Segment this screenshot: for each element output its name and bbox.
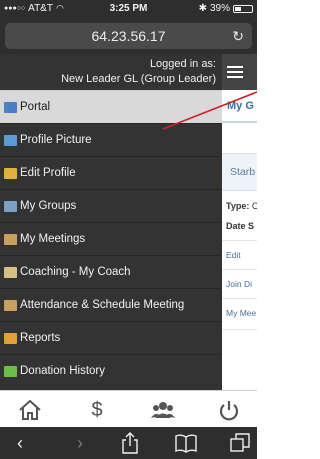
menu-item-my-groups[interactable]: My Groups [0,189,222,222]
meetings-icon [4,233,17,245]
hamburger-icon[interactable] [227,66,243,81]
donation-icon [4,365,17,377]
reports-icon [4,332,17,344]
menu-item-label: Donation History [20,365,106,377]
menu-item-attendance-schedule-meeting[interactable]: Attendance & Schedule Meeting [0,288,222,321]
menu-item-label: Edit Profile [20,167,76,179]
back-icon[interactable]: ‹ [8,431,32,455]
type-row: Type: C [226,201,257,211]
address-bar[interactable]: 64.23.56.17 ↻ [5,23,252,49]
photo-icon [4,134,17,146]
menu-item-portal[interactable]: Portal [0,90,222,123]
title-underline [222,121,257,123]
menu-item-label: Coaching - My Coach [20,266,131,278]
join-link[interactable]: Join Di [226,279,252,289]
menu-item-label: Portal [20,101,51,113]
group-tab-label: Starb [230,166,256,178]
menu-item-label: My Groups [20,200,77,212]
edit-link[interactable]: Edit [226,250,241,260]
my-meetings-link[interactable]: My Mee [226,308,256,318]
group-tab[interactable]: Starb [222,153,257,191]
status-right: ✱ 39% [199,3,253,14]
date-row: Date S [226,221,254,231]
share-icon[interactable] [118,431,142,455]
menu-item-my-meetings[interactable]: My Meetings [0,222,222,255]
groups-icon [4,200,17,212]
logged-in-user: New Leader GL (Group Leader) [61,73,216,85]
logged-in-header: Logged in as: New Leader GL (Group Leade… [0,54,222,90]
power-icon[interactable] [216,397,242,423]
status-bar: ●●●○○ AT&T ◠ 3:25 PM ✱ 39% [0,0,257,18]
menu-item-coaching-my-coach[interactable]: Coaching - My Coach [0,255,222,288]
forward-icon[interactable]: › [68,431,92,455]
coach-icon [4,266,17,278]
dollar-icon[interactable]: $ [84,397,110,423]
menu-item-reports[interactable]: Reports [0,321,222,354]
bluetooth-icon: ✱ [198,3,207,14]
battery-fill [235,6,241,11]
tabs-icon[interactable] [228,431,252,455]
top-bar [222,54,257,90]
date-label: Date S [226,221,255,231]
home-icon[interactable] [17,397,43,423]
bookmarks-icon[interactable] [174,431,198,455]
browser-address-area: 64.23.56.17 ↻ [0,18,257,54]
menu-item-profile-picture[interactable]: Profile Picture [0,123,222,156]
battery-icon [233,4,253,13]
browser-toolbar: ‹ › [0,427,257,459]
type-value: C [251,201,257,211]
page-title: My G [227,100,254,112]
main-content: My G Starb Type: C Date S Edit Join Di M… [222,54,257,390]
attendance-icon [4,299,17,311]
side-menu: Logged in as: New Leader GL (Group Leade… [0,54,222,390]
divider [222,240,257,241]
divider [222,329,257,330]
edit-profile-icon [4,167,17,179]
divider [222,298,257,299]
people-icon[interactable] [150,397,176,423]
divider [222,269,257,270]
menu-item-label: My Meetings [20,233,86,245]
app-toolbar: $ [0,390,257,427]
menu-item-label: Reports [20,332,61,344]
menu-item-edit-profile[interactable]: Edit Profile [0,156,222,189]
menu-item-label: Attendance & Schedule Meeting [20,299,185,311]
logged-in-label: Logged in as: [149,58,216,70]
battery-percent: 39% [209,3,230,14]
type-label: Type: [226,201,250,211]
reload-icon[interactable]: ↻ [232,23,244,49]
url-text: 64.23.56.17 [91,28,166,44]
menu-item-label: Profile Picture [20,134,92,146]
portal-icon [4,101,17,113]
menu-item-donation-history[interactable]: Donation History [0,354,222,387]
